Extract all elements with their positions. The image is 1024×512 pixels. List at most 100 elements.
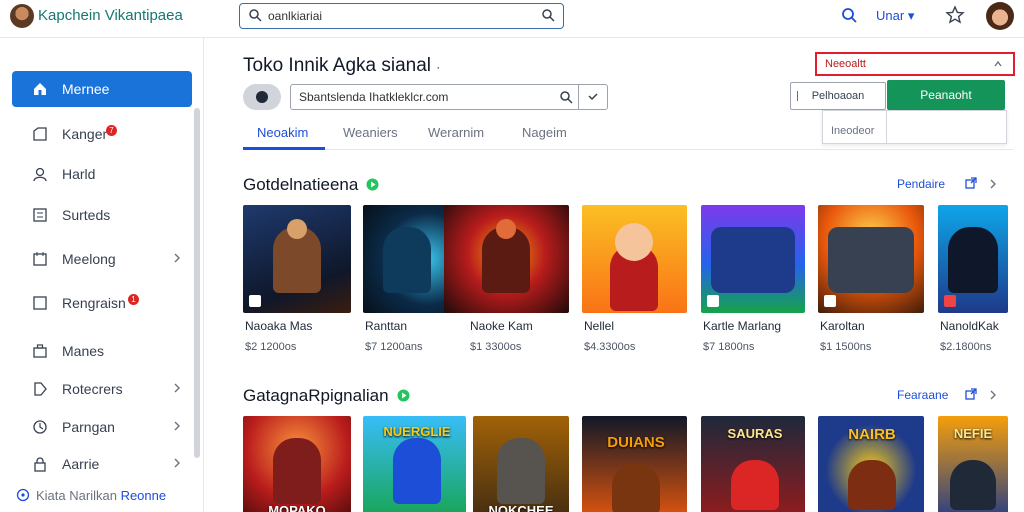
- game-price: $7 1200ans: [365, 341, 423, 353]
- character-art: [497, 438, 545, 504]
- sidebar-item-label: Rengraisn: [62, 295, 126, 311]
- chevron-right-icon[interactable]: [988, 178, 998, 190]
- sidebar-item-harld[interactable]: Harld: [12, 156, 192, 192]
- sidebar-item-meelong[interactable]: Meelong: [12, 241, 192, 277]
- dropdown-option[interactable]: Ineodeor: [831, 125, 874, 137]
- sidebar-item-label: Mernee: [62, 81, 110, 97]
- select-value: Neeoaltt: [825, 58, 866, 70]
- tab-neoakim[interactable]: Neoakim: [257, 125, 308, 140]
- game-thumbnail: [243, 205, 351, 313]
- divider: [886, 111, 887, 143]
- top-bar: Kapchein Vikantipaea Unar ▾: [0, 0, 1024, 38]
- chevron-up-icon: [994, 60, 1002, 67]
- tag-icon: [34, 382, 47, 396]
- star-icon[interactable]: [945, 5, 965, 25]
- play-icon[interactable]: [397, 389, 410, 402]
- page-title-text: Toko Innik Agka sianal: [243, 55, 432, 76]
- game-thumbnail: [818, 205, 924, 313]
- chevron-right-icon: [174, 383, 180, 393]
- clock-icon: [33, 420, 47, 434]
- game-price: $4.3300os: [584, 341, 636, 353]
- character-head: [287, 219, 307, 239]
- section-view-all-link[interactable]: Fearaane: [897, 388, 948, 402]
- game-title: Kartle Marlang: [703, 319, 782, 333]
- search-input[interactable]: [268, 7, 518, 25]
- character-group-art: [828, 227, 914, 293]
- primary-button[interactable]: Peanaoht: [887, 80, 1005, 110]
- character-art: [731, 460, 779, 510]
- character-head: [496, 219, 516, 239]
- sidebar-scrollbar[interactable]: [194, 108, 200, 458]
- record-toggle[interactable]: [243, 84, 281, 110]
- sidebar-item-rotecrers[interactable]: Rotecrers: [12, 371, 192, 407]
- divider: [578, 85, 579, 109]
- game-title: Ranttan: [365, 319, 408, 333]
- game-thumbnail: NOKCHEE: [473, 416, 569, 512]
- avatar[interactable]: [986, 2, 1014, 30]
- section-view-all-link[interactable]: Pendaire: [897, 177, 945, 191]
- game-title: Nellel: [584, 319, 615, 333]
- game-thumbnail: [938, 205, 1008, 313]
- game-thumbnail: MOPAKO: [243, 416, 351, 512]
- game-logo-text: NEFIE: [953, 426, 993, 441]
- check-icon[interactable]: [587, 91, 599, 103]
- platform-badge-icon: [824, 295, 836, 307]
- sidebar-item-kanger[interactable]: Kanger 7: [12, 116, 192, 152]
- notification-badge: 7: [106, 125, 117, 136]
- platform-badge-icon: [249, 295, 261, 307]
- section-title-text: Gotdelnatieena: [243, 175, 359, 194]
- section-title-text: GatagnaRpignalian: [243, 386, 389, 405]
- sidebar-item-home[interactable]: Mernee: [12, 71, 192, 107]
- sidebar-item-aarrie[interactable]: Aarrie: [12, 446, 192, 482]
- sidebar-item-label: Meelong: [62, 251, 116, 267]
- external-link-icon[interactable]: [964, 176, 978, 190]
- tab-nageim[interactable]: Nageim: [522, 125, 567, 140]
- game-thumbnail: [444, 205, 569, 313]
- sidebar: Mernee Kanger 7 Harld Surteds Meelong Re…: [0, 38, 204, 512]
- sidebar-footer: Kiata Narilkan Reonne: [16, 488, 166, 503]
- character-art: [393, 438, 441, 504]
- game-title: Naoke Kam: [470, 319, 533, 333]
- sidebar-item-label: Aarrie: [62, 456, 100, 472]
- game-thumbnail: [582, 205, 687, 313]
- url-field[interactable]: [290, 84, 608, 110]
- sidebar-item-parngan[interactable]: Parngan: [12, 409, 192, 445]
- language-select[interactable]: Unar ▾: [876, 8, 914, 24]
- search-icon[interactable]: [841, 7, 857, 23]
- chevron-right-icon: [174, 421, 180, 431]
- chevron-down-icon: ▾: [907, 8, 915, 23]
- game-price: $7 1800ns: [703, 341, 755, 353]
- search-submit-icon[interactable]: [541, 8, 555, 22]
- global-search[interactable]: [239, 3, 564, 29]
- sidebar-item-manes[interactable]: Manes: [12, 333, 192, 369]
- sidebar-item-label: Kanger: [62, 126, 108, 142]
- external-link-icon[interactable]: [964, 387, 978, 401]
- briefcase-icon: [33, 344, 47, 358]
- secondary-button[interactable]: Pelhoaoan: [790, 82, 886, 110]
- filter-select[interactable]: Neeoaltt: [815, 52, 1015, 76]
- dropdown-panel: Ineodeor: [822, 110, 1007, 144]
- chevron-right-icon[interactable]: [988, 389, 998, 401]
- section-title: GatagnaRpignalian: [243, 386, 410, 406]
- search-icon: [249, 9, 262, 22]
- section-title: Gotdelnatieena: [243, 175, 379, 195]
- app-logo[interactable]: [10, 4, 34, 28]
- game-thumbnail: NUERGLIE: [363, 416, 466, 512]
- sidebar-item-rengraisn[interactable]: Rengraisn 1: [12, 285, 192, 321]
- game-logo-text: NAIRB: [848, 426, 896, 443]
- platform-badge-icon: [944, 295, 956, 307]
- url-input[interactable]: [299, 88, 554, 106]
- character-group-art: [711, 227, 795, 293]
- play-icon[interactable]: [366, 178, 379, 191]
- tab-weaniers[interactable]: Weaniers: [343, 125, 398, 140]
- sidebar-item-label: Rotecrers: [62, 381, 123, 397]
- game-logo-text: MOPAKO: [268, 503, 326, 512]
- sidebar-item-surteds[interactable]: Surteds: [12, 197, 192, 233]
- footer-text: Kiata Narilkan: [36, 488, 117, 503]
- character-art: [948, 227, 998, 293]
- tab-werarnim[interactable]: Werarnim: [428, 125, 484, 140]
- footer-link[interactable]: Reonne: [121, 488, 167, 503]
- game-title: Karoltan: [820, 319, 865, 333]
- search-icon[interactable]: [559, 90, 573, 104]
- game-price: $2 1200os: [245, 341, 297, 353]
